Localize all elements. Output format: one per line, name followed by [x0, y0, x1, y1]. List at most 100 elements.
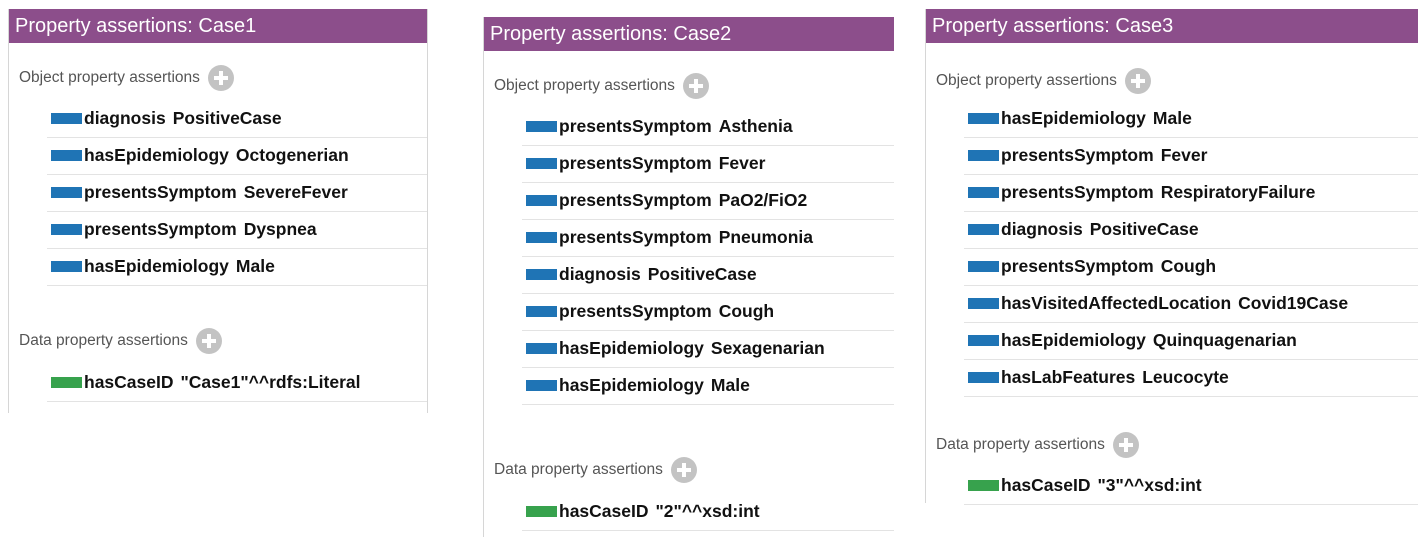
property-value: Male [235, 256, 275, 276]
property-value: Covid19Case [1238, 293, 1349, 313]
panel-title: Property assertions: Case2 [484, 17, 894, 51]
property-name: presentsSymptom [559, 301, 712, 321]
object-assertion-row[interactable]: hasEpidemiology Male [522, 367, 894, 405]
property-value: Cough [718, 301, 775, 321]
object-property-icon [968, 187, 999, 198]
object-property-icon [968, 224, 999, 235]
property-assertions-panel-case1: Property assertions: Case1 Object proper… [8, 9, 428, 413]
object-assertion-row[interactable]: hasEpidemiology Octogenerian [47, 137, 427, 175]
property-name: hasEpidemiology [1001, 330, 1146, 350]
property-value: Male [1152, 108, 1192, 128]
object-assertion-row[interactable]: presentsSymptom Dyspnea [47, 211, 427, 249]
data-property-section: Data property assertions [936, 431, 1139, 459]
add-data-property-button[interactable] [195, 328, 222, 354]
object-assertion-row[interactable]: diagnosis PositiveCase [522, 256, 894, 294]
data-property-section: Data property assertions [494, 456, 697, 484]
data-property-icon [968, 480, 999, 491]
property-value: Male [710, 375, 750, 395]
property-value: Dyspnea [243, 219, 317, 239]
property-assertions-panel-case2: Property assertions: Case2 Object proper… [483, 17, 894, 537]
object-property-icon [526, 158, 557, 169]
object-assertion-row[interactable]: diagnosis PositiveCase [47, 100, 427, 138]
property-name: hasCaseID [559, 501, 649, 521]
section-label: Data property assertions [19, 332, 188, 349]
object-property-icon [526, 195, 557, 206]
object-assertion-row[interactable]: hasEpidemiology Sexagenarian [522, 330, 894, 368]
object-property-section: Object property assertions [19, 64, 234, 92]
object-assertion-row[interactable]: presentsSymptom Asthenia [522, 108, 894, 146]
object-property-icon [968, 261, 999, 272]
object-property-icon [51, 150, 82, 161]
property-value: Octogenerian [235, 145, 349, 165]
object-assertion-row[interactable]: presentsSymptom Cough [964, 248, 1418, 286]
property-name: presentsSymptom [559, 190, 712, 210]
object-property-icon [51, 224, 82, 235]
object-assertion-row[interactable]: diagnosis PositiveCase [964, 211, 1418, 249]
property-value: PositiveCase [1089, 219, 1199, 239]
object-property-icon [526, 306, 557, 317]
property-name: diagnosis [84, 108, 166, 128]
data-property-icon [526, 506, 557, 517]
property-name: hasCaseID [84, 372, 174, 392]
property-value: SevereFever [243, 182, 348, 202]
property-value: Cough [1160, 256, 1217, 276]
data-property-icon [51, 377, 82, 388]
add-data-property-button[interactable] [1112, 432, 1139, 458]
object-assertion-row[interactable]: hasEpidemiology Male [47, 248, 427, 286]
data-assertion-row[interactable]: hasCaseID "3"^^xsd:int [964, 467, 1418, 505]
object-assertion-row[interactable]: presentsSymptom Pneumonia [522, 219, 894, 257]
object-assertion-row[interactable]: presentsSymptom PaO2/FiO2 [522, 182, 894, 220]
property-name: hasEpidemiology [559, 375, 704, 395]
property-value: Fever [718, 153, 766, 173]
property-value: Quinquagenarian [1152, 330, 1297, 350]
property-name: presentsSymptom [84, 182, 237, 202]
property-name: diagnosis [1001, 219, 1083, 239]
property-value: PositiveCase [647, 264, 757, 284]
property-value: Asthenia [718, 116, 793, 136]
data-assertion-row[interactable]: hasCaseID "Case1"^^rdfs:Literal [47, 364, 427, 402]
section-label: Data property assertions [494, 461, 663, 478]
property-name: hasEpidemiology [559, 338, 704, 358]
object-property-icon [526, 121, 557, 132]
property-name: presentsSymptom [559, 116, 712, 136]
add-object-property-button[interactable] [1124, 68, 1151, 94]
add-object-property-button[interactable] [207, 65, 234, 91]
section-label: Data property assertions [936, 436, 1105, 453]
property-value: "3"^^xsd:int [1097, 475, 1202, 495]
property-value: Pneumonia [718, 227, 814, 247]
object-property-icon [968, 150, 999, 161]
object-property-icon [51, 187, 82, 198]
object-assertion-row[interactable]: presentsSymptom SevereFever [47, 174, 427, 212]
section-label: Object property assertions [494, 77, 675, 94]
object-assertion-row[interactable]: presentsSymptom Fever [522, 145, 894, 183]
section-label: Object property assertions [936, 72, 1117, 89]
object-property-icon [968, 335, 999, 346]
add-object-property-button[interactable] [682, 73, 709, 99]
object-assertion-row[interactable]: hasEpidemiology Male [964, 100, 1418, 138]
object-assertion-row[interactable]: presentsSymptom Cough [522, 293, 894, 331]
property-name: hasVisitedAffectedLocation [1001, 293, 1232, 313]
object-property-icon [968, 298, 999, 309]
data-property-section: Data property assertions [19, 327, 222, 355]
property-assertions-panel-case3: Property assertions: Case3 Object proper… [925, 9, 1418, 505]
section-label: Object property assertions [19, 69, 200, 86]
property-name: presentsSymptom [559, 153, 712, 173]
panel-title: Property assertions: Case3 [926, 9, 1418, 43]
property-name: hasEpidemiology [84, 256, 229, 276]
panel-title: Property assertions: Case1 [9, 9, 427, 43]
object-assertion-row[interactable]: presentsSymptom RespiratoryFailure [964, 174, 1418, 212]
property-value: Fever [1160, 145, 1208, 165]
property-value: Leucocyte [1142, 367, 1229, 387]
object-assertion-row[interactable]: hasVisitedAffectedLocation Covid19Case [964, 285, 1418, 323]
property-value: "Case1"^^rdfs:Literal [180, 372, 361, 392]
object-assertion-row[interactable]: presentsSymptom Fever [964, 137, 1418, 175]
property-name: hasEpidemiology [84, 145, 229, 165]
data-assertion-row[interactable]: hasCaseID "2"^^xsd:int [522, 493, 894, 531]
object-assertion-row[interactable]: hasEpidemiology Quinquagenarian [964, 322, 1418, 360]
property-value: RespiratoryFailure [1160, 182, 1316, 202]
object-assertion-row[interactable]: hasLabFeatures Leucocyte [964, 359, 1418, 397]
property-name: hasCaseID [1001, 475, 1091, 495]
property-name: presentsSymptom [84, 219, 237, 239]
object-property-section: Object property assertions [936, 67, 1151, 95]
add-data-property-button[interactable] [670, 457, 697, 483]
